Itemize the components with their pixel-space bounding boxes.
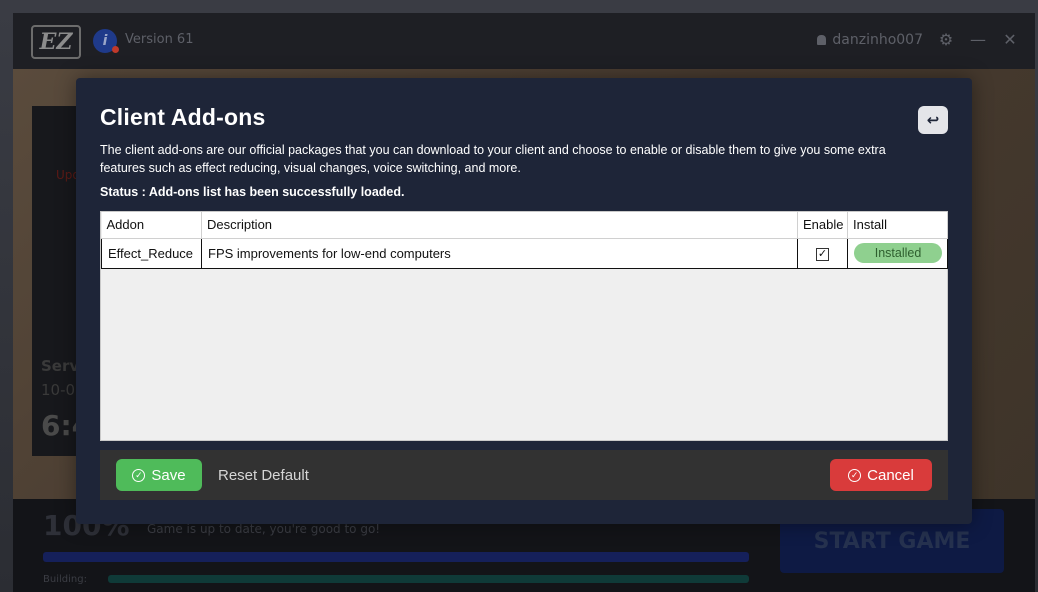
addon-name-cell: Effect_Reduce — [101, 237, 202, 269]
version-label: Version 61 — [125, 32, 194, 47]
save-button[interactable]: ✓ Save — [116, 459, 202, 491]
building-label: Building: — [43, 574, 87, 585]
addons-table: Addon Description Enable Install Effect_… — [100, 211, 948, 441]
load-status: Status : Add-ons list has been successfu… — [100, 185, 405, 199]
dialog-title: Client Add-ons — [100, 104, 266, 130]
minimize-icon[interactable]: — — [969, 30, 987, 49]
window-controls: danzinho007 ⚙ — ✕ — [817, 30, 1019, 49]
update-status: Game is up to date, you're good to go! — [147, 522, 381, 536]
server-label: Serv — [41, 357, 80, 375]
dialog-footer: ✓ Save Reset Default ✓ Cancel — [100, 450, 948, 500]
notification-dot — [112, 46, 119, 53]
cancel-label: Cancel — [867, 466, 914, 484]
download-progress-bar — [43, 552, 749, 562]
check-circle-icon: ✓ — [132, 468, 146, 482]
column-header-install[interactable]: Install — [847, 212, 948, 239]
addon-description-cell: FPS improvements for low-end computers — [201, 237, 798, 269]
close-icon[interactable]: ✕ — [1001, 30, 1019, 49]
back-button[interactable]: ↩ — [918, 106, 948, 134]
column-header-description[interactable]: Description — [201, 212, 798, 239]
reset-default-button[interactable]: Reset Default — [218, 459, 309, 491]
launcher-header: EZ i Version 61 danzinho007 ⚙ — ✕ — [13, 13, 1035, 69]
installed-badge[interactable]: Installed — [854, 243, 942, 263]
dialog-description: The client add-ons are our official pack… — [100, 143, 886, 175]
column-header-addon[interactable]: Addon — [101, 212, 202, 239]
enable-checkbox[interactable]: ✓ — [816, 247, 829, 261]
app-logo: EZ — [31, 25, 81, 59]
return-icon: ↩ — [926, 111, 940, 129]
enable-cell: ✓ — [797, 237, 848, 269]
news-panel — [32, 106, 82, 456]
building-progress-bar — [108, 575, 749, 583]
table-header-row: Addon Description Enable Install — [101, 212, 948, 239]
username-label: danzinho007 — [832, 31, 923, 48]
user-icon — [817, 34, 827, 45]
cancel-button[interactable]: ✓ Cancel — [830, 459, 932, 491]
gear-icon[interactable]: ⚙ — [937, 30, 955, 49]
check-circle-icon: ✓ — [848, 468, 862, 482]
client-addons-dialog: Client Add-ons ↩ The client add-ons are … — [76, 78, 972, 524]
column-header-enable[interactable]: Enable — [797, 212, 848, 239]
server-date: 10-0 — [41, 381, 76, 399]
save-label: Save — [151, 466, 186, 484]
install-cell: Installed — [847, 237, 948, 269]
table-row[interactable]: Effect_Reduce FPS improvements for low-e… — [101, 237, 948, 269]
user-info[interactable]: danzinho007 — [817, 32, 923, 48]
